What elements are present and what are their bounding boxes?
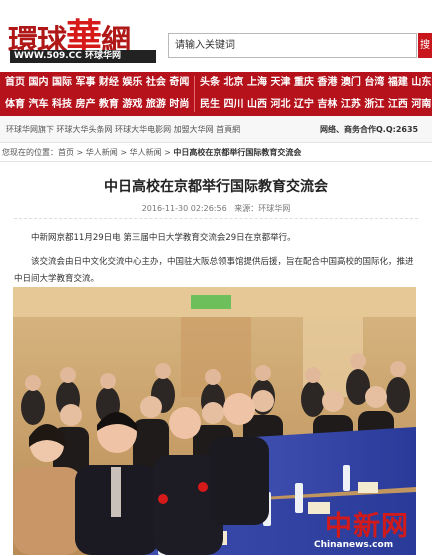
breadcrumb-separator: > (117, 148, 130, 157)
affiliate-links[interactable]: 环球华网旗下 环球大华头条网 环球大华电影网 加盟大华网 首頁網 (6, 116, 240, 143)
site-logo[interactable]: 環球華網 WWW.509.CC 环球华网 (8, 10, 158, 66)
search-input[interactable]: 请输入关键词 (168, 33, 417, 58)
business-contact: 网络、商务合作Q.Q:2635 (320, 125, 419, 134)
nav-row-channels-1[interactable]: 首页 国内 国际 军事 财经 娱乐 社会 奇闻 (5, 72, 191, 94)
logo-url-banner: WWW.509.CC 环球华网 (10, 50, 156, 63)
breadcrumb-current: 中日高校在京都举行国际教育交流会 (173, 148, 302, 157)
article-paragraph-1: 中新网京都11月29日电 第三届中日大学教育交流会29日在京都举行。 (31, 233, 296, 243)
site-header: 環球華網 WWW.509.CC 环球华网 请输入关键词 搜 (0, 0, 432, 72)
breadcrumb-section[interactable]: 华人新闻 (86, 148, 118, 157)
article-paragraph-2: 该交流会由日中文化交流中心主办，中国驻大阪总领事馆提供后援，旨在配合中国高校的国… (14, 257, 414, 284)
search-button[interactable]: 搜 (418, 33, 432, 58)
article-time: 2016-11-30 02:26:56 (141, 204, 227, 213)
breadcrumb-prefix: 您现在的位置： (2, 148, 58, 157)
nav-row-channels-2[interactable]: 体育 汽车 科技 房产 教育 游戏 旅游 时尚 (5, 94, 191, 116)
article-meta: 2016-11-30 02:26:56 来源：环球华网 (0, 203, 432, 214)
nav-row-regions-2[interactable]: 民生 四川 山西 河北 辽宁 吉林 江苏 浙江 江西 河南 湖北 (200, 94, 432, 116)
breadcrumb-separator: > (161, 148, 174, 157)
breadcrumb-home[interactable]: 首页 (58, 148, 74, 157)
nav-row-regions-1[interactable]: 头条 北京 上海 天津 重庆 香港 澳门 台湾 福建 山东 河北 (200, 72, 432, 94)
article-source: 来源：环球华网 (234, 204, 291, 213)
article-photo: 中新网 Chinanews.com (13, 287, 416, 555)
sub-bar: 环球华网旗下 环球大华头条网 环球大华电影网 加盟大华网 首頁網 网络、商务合作… (0, 116, 432, 143)
breadcrumb: 您现在的位置：首页 > 华人新闻 > 华人新闻 > 中日高校在京都举行国际教育交… (0, 143, 432, 162)
breadcrumb-separator: > (74, 148, 86, 157)
nav-divider (194, 76, 195, 112)
breadcrumb-subsection[interactable]: 华人新闻 (130, 148, 162, 157)
article-title: 中日高校在京都举行国际教育交流会 (104, 179, 328, 195)
divider (14, 218, 418, 219)
main-nav: 首页 国内 国际 军事 财经 娱乐 社会 奇闻 体育 汽车 科技 房产 教育 游… (0, 72, 432, 116)
watermark-chinanews-url: Chinanews.com (314, 540, 394, 550)
watermark-chinanews: 中新网 (325, 511, 409, 542)
